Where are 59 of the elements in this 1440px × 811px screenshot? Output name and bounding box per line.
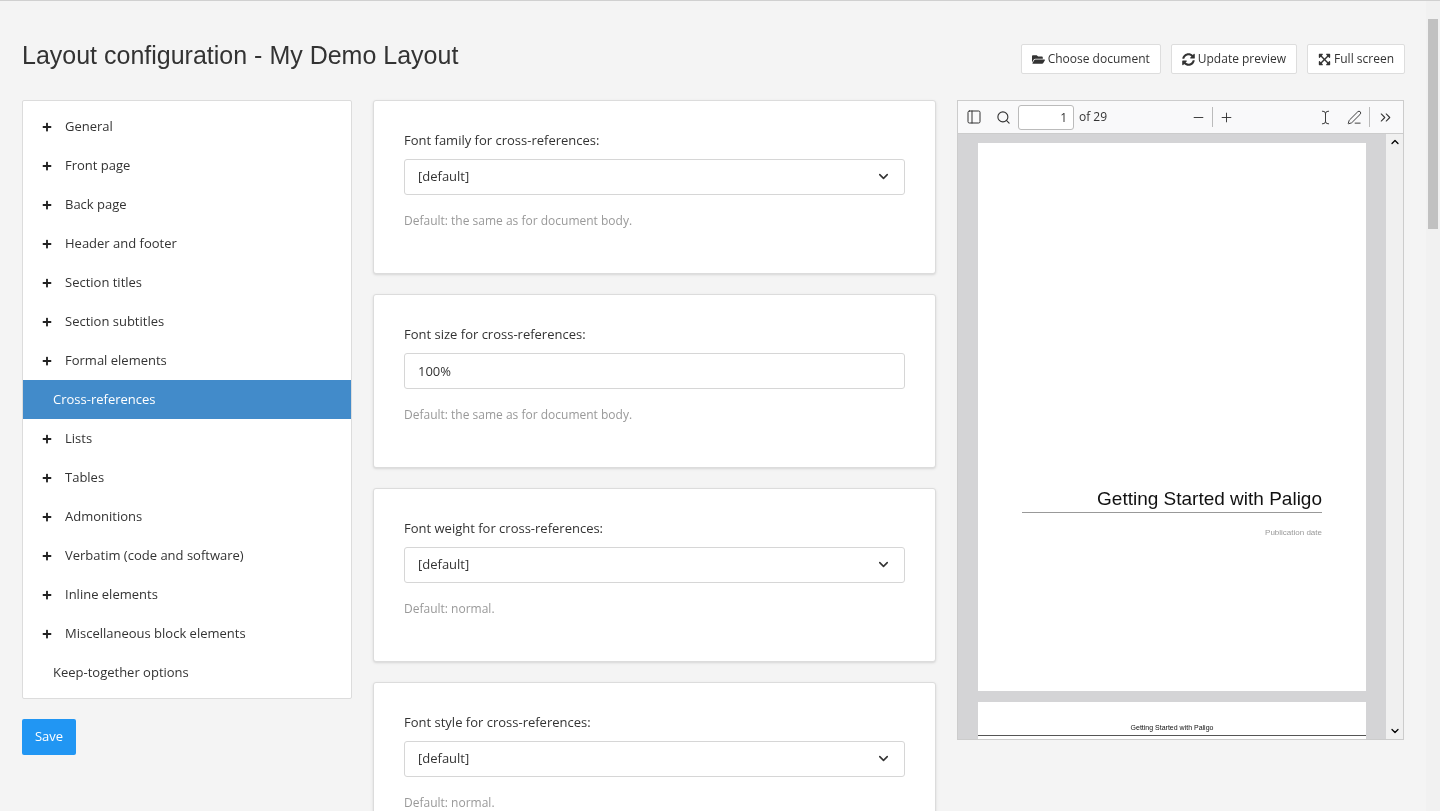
sidebar-item[interactable]: Inline elements (23, 575, 351, 614)
zoom-in-icon[interactable] (1219, 109, 1235, 125)
search-icon[interactable] (996, 109, 1011, 125)
sidebar-item-label: Front page (65, 155, 131, 176)
sidebar-item[interactable]: Section titles (23, 263, 351, 302)
document-title: Getting Started with Paligo (1022, 486, 1322, 513)
toolbar-button[interactable]: Full screen (1307, 44, 1405, 74)
sidebar-item[interactable]: Lists (23, 419, 351, 458)
sidebar-item-label: Miscellaneous block elements (65, 623, 246, 644)
hint-text: Default: normal. (404, 795, 496, 810)
field-label: Font weight for cross-references: (404, 519, 605, 539)
expand-icon (1318, 52, 1332, 66)
sidebar-item-label: Cross-references (53, 389, 156, 410)
dropdown-field[interactable]: [default] (404, 158, 905, 195)
sidebar-item[interactable]: General (23, 107, 351, 146)
page-count: of 29 (1079, 108, 1108, 126)
sidebar-item[interactable]: Back page (23, 185, 351, 224)
sidebar-item-label: General (65, 116, 113, 137)
sidebar-item-label: Back page (65, 194, 127, 215)
sidebar-item[interactable]: Header and footer (23, 224, 351, 263)
sidebar-item-label: Formal elements (65, 350, 167, 371)
sidebar-item[interactable]: Tables (23, 458, 351, 497)
sidebar-item-label: Admonitions (65, 506, 143, 527)
sidebar-item[interactable]: Verbatim (code and software) (23, 536, 351, 575)
sidebar-item[interactable]: Keep-together options (23, 653, 351, 692)
sidebar-item-label: Section subtitles (65, 311, 165, 332)
input-field[interactable]: 100% (404, 352, 905, 389)
sidebar-item[interactable]: Front page (23, 146, 351, 185)
dropdown-field[interactable]: [default] (404, 740, 905, 777)
scrollbar[interactable] (1386, 134, 1403, 739)
field-label: Font family for cross-references: (404, 131, 601, 151)
toolbar-button[interactable]: Choose document (1020, 44, 1161, 74)
publication-date: Publication date (1265, 527, 1322, 539)
sidebar-item-label: Inline elements (65, 584, 158, 605)
hint-text: Default: the same as for document body. (404, 213, 634, 228)
dropdown-field[interactable]: [default] (404, 546, 905, 583)
sidebar-item-label: Section titles (65, 272, 143, 293)
sidebar-item-label: Lists (65, 428, 93, 449)
field-label: Font style for cross-references: (404, 713, 592, 733)
folder-icon (1031, 52, 1045, 66)
sidebar-item[interactable]: Admonitions (23, 497, 351, 536)
sidebar-item[interactable]: Formal elements (23, 341, 351, 380)
sidebar-item-label: Verbatim (code and software) (65, 545, 244, 566)
sidebar-item-label: Tables (65, 467, 105, 488)
hint-text: Default: normal. (404, 601, 496, 616)
sidebar-item[interactable]: Miscellaneous block elements (23, 614, 351, 653)
sidebar-item-label: Keep-together options (53, 662, 189, 683)
sidebar-toggle-icon[interactable] (966, 109, 982, 125)
scrollbar-thumb[interactable] (1428, 19, 1438, 229)
page-number-field[interactable]: 1 (1018, 104, 1074, 130)
sidebar-item[interactable]: Section subtitles (23, 302, 351, 341)
toolbar-button[interactable]: Update preview (1170, 44, 1298, 74)
field-label: Font size for cross-references: (404, 325, 587, 345)
sidebar-item[interactable]: Cross-references (23, 380, 351, 419)
hint-text: Default: the same as for document body. (404, 407, 634, 422)
refresh-icon (1181, 52, 1195, 66)
pen-icon[interactable] (1347, 109, 1363, 125)
sidebar-item-label: Header and footer (65, 233, 177, 254)
page-title: Layout configuration - My Demo Layout (22, 40, 459, 71)
